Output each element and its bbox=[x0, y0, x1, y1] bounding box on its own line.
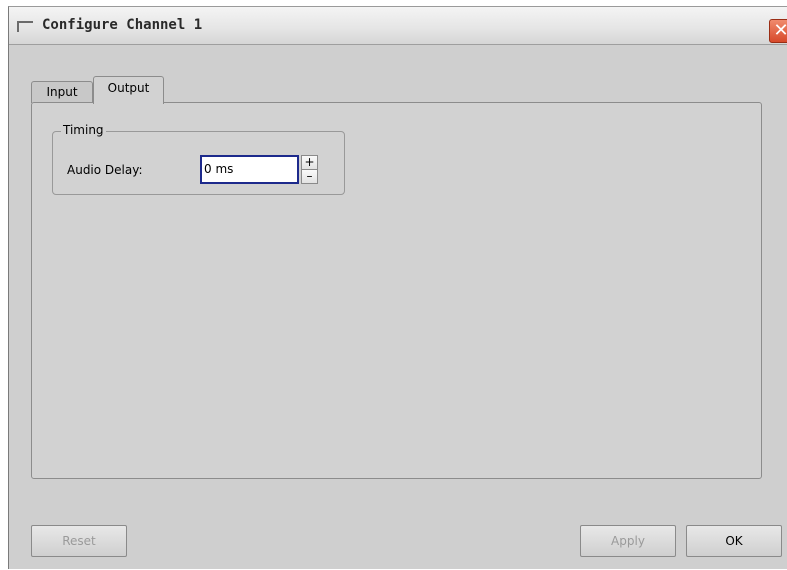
window-menu-icon[interactable] bbox=[17, 21, 33, 32]
dialog-content: Input Output Timing Audio Delay: 0 ms + … bbox=[9, 45, 787, 570]
title-bar[interactable]: Configure Channel 1 ✕ bbox=[9, 7, 787, 45]
tab-output[interactable]: Output bbox=[93, 76, 164, 104]
ok-button[interactable]: OK bbox=[686, 525, 782, 557]
audio-delay-label: Audio Delay: bbox=[67, 163, 143, 177]
tab-input[interactable]: Input bbox=[31, 81, 93, 103]
timing-group: Timing Audio Delay: 0 ms + – bbox=[52, 123, 345, 195]
apply-button[interactable]: Apply bbox=[580, 525, 676, 557]
timing-group-label: Timing bbox=[61, 123, 106, 137]
audio-delay-decrement-button[interactable]: – bbox=[301, 169, 318, 184]
audio-delay-input[interactable]: 0 ms bbox=[200, 155, 299, 184]
audio-delay-increment-button[interactable]: + bbox=[301, 155, 318, 170]
output-tab-panel: Timing Audio Delay: 0 ms + – bbox=[31, 102, 762, 479]
configure-channel-dialog: Configure Channel 1 ✕ Input Output Timin… bbox=[8, 6, 787, 569]
window-title: Configure Channel 1 bbox=[42, 17, 203, 33]
close-button[interactable]: ✕ bbox=[769, 19, 787, 43]
reset-button[interactable]: Reset bbox=[31, 525, 127, 557]
